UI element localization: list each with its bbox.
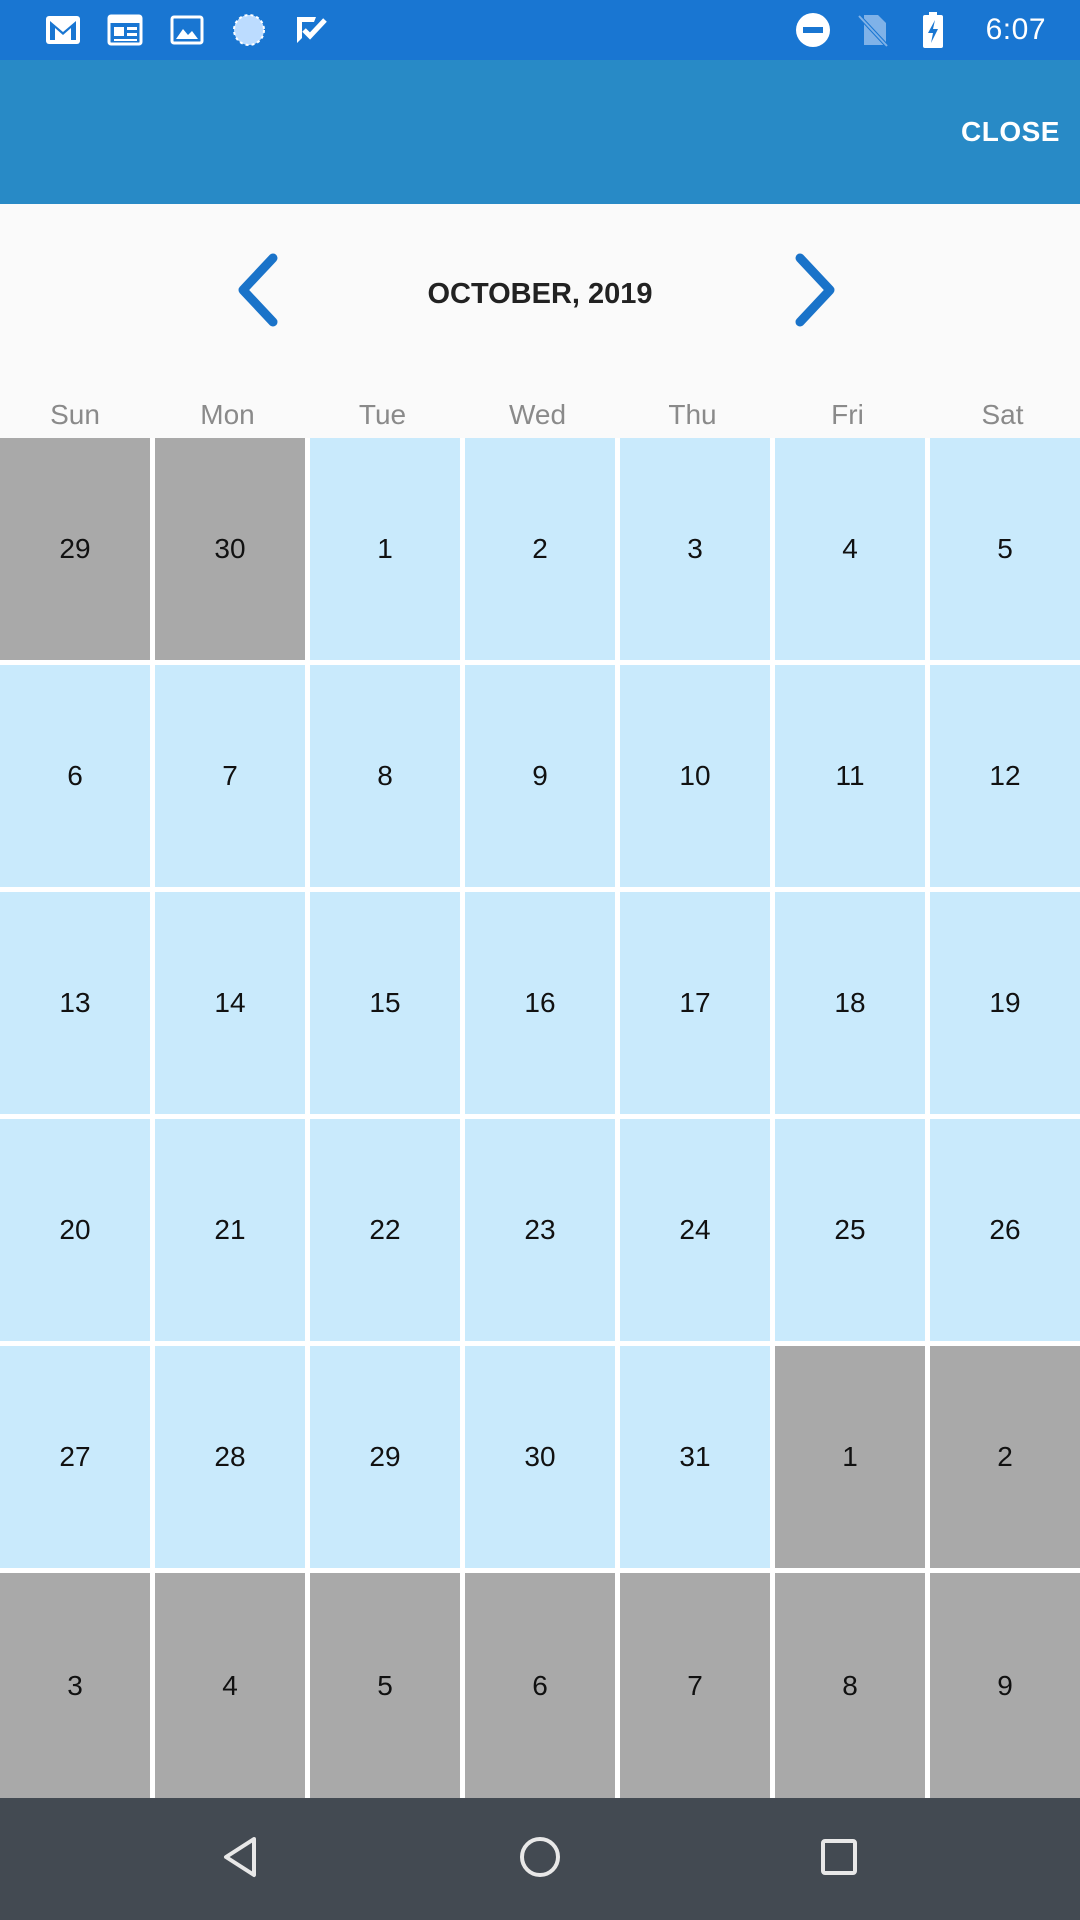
calendar-day[interactable]: 30 — [155, 438, 305, 660]
calendar-day[interactable]: 20 — [0, 1119, 150, 1341]
weekday-label: Fri — [831, 399, 864, 430]
calendar-day[interactable]: 28 — [155, 1346, 305, 1568]
next-month-button[interactable] — [780, 247, 850, 337]
calendar-day[interactable]: 22 — [310, 1119, 460, 1341]
close-button[interactable]: CLOSE — [949, 108, 1060, 156]
status-bar: 6:07 — [0, 0, 1080, 60]
calendar-day[interactable]: 15 — [310, 892, 460, 1114]
calendar-day[interactable]: 23 — [465, 1119, 615, 1341]
notification-icons — [44, 0, 330, 60]
battery-charging-icon — [914, 11, 952, 49]
calendar-day[interactable]: 24 — [620, 1119, 770, 1341]
calendar-day[interactable]: 1 — [775, 1346, 925, 1568]
calendar-day[interactable]: 5 — [310, 1573, 460, 1798]
calendar-grid: 29 30 1 2 3 4 5 6 7 8 9 10 11 12 13 14 15 16 17 18 19 20 21 22 2… — [0, 438, 1080, 1798]
calendar-day[interactable]: 3 — [620, 438, 770, 660]
previous-month-button[interactable] — [223, 247, 293, 337]
calendar-day[interactable]: 8 — [310, 665, 460, 887]
calendar-day[interactable]: 2 — [465, 438, 615, 660]
calendar-day[interactable]: 30 — [465, 1346, 615, 1568]
calendar-day[interactable]: 29 — [0, 438, 150, 660]
calendar-day[interactable]: 25 — [775, 1119, 925, 1341]
calendar-day[interactable]: 2 — [930, 1346, 1080, 1568]
tasks-check-icon — [292, 11, 330, 49]
calendar-day[interactable]: 3 — [0, 1573, 150, 1798]
app-bar: CLOSE — [0, 60, 1080, 204]
weekday-label: Mon — [200, 399, 255, 430]
do-not-disturb-icon — [794, 11, 832, 49]
calendar-day[interactable]: 14 — [155, 892, 305, 1114]
no-sim-icon — [854, 11, 892, 49]
system-status: 6:07 — [794, 0, 1046, 60]
weekday-label: Wed — [508, 399, 567, 430]
calendar-day[interactable]: 26 — [930, 1119, 1080, 1341]
back-icon — [220, 1835, 260, 1884]
calendar-day[interactable]: 1 — [310, 438, 460, 660]
calendar-day[interactable]: 11 — [775, 665, 925, 887]
calendar-day[interactable]: 21 — [155, 1119, 305, 1341]
calendar-day[interactable]: 16 — [465, 892, 615, 1114]
calendar-day[interactable]: 6 — [0, 665, 150, 887]
chevron-left-icon — [233, 252, 283, 333]
calendar-day[interactable]: 29 — [310, 1346, 460, 1568]
weekday-label: Tue — [358, 399, 407, 430]
calendar-day[interactable]: 6 — [465, 1573, 615, 1798]
calendar-day[interactable]: 31 — [620, 1346, 770, 1568]
calendar-day[interactable]: 12 — [930, 665, 1080, 887]
recents-icon — [819, 1837, 859, 1882]
sync-icon — [230, 11, 268, 49]
calendar-day[interactable]: 27 — [0, 1346, 150, 1568]
calendar-day[interactable]: 9 — [465, 665, 615, 887]
calendar-day[interactable]: 5 — [930, 438, 1080, 660]
calendar-news-icon — [106, 11, 144, 49]
calendar-day[interactable]: 17 — [620, 892, 770, 1114]
status-time: 6:07 — [985, 13, 1046, 46]
weekday-label: Sat — [981, 399, 1024, 430]
back-button[interactable] — [210, 1829, 270, 1889]
month-title: OCTOBER, 2019 — [427, 278, 653, 310]
gmail-icon — [44, 11, 82, 49]
recents-button[interactable] — [809, 1829, 869, 1889]
calendar-day[interactable]: 13 — [0, 892, 150, 1114]
calendar-day[interactable]: 7 — [620, 1573, 770, 1798]
image-icon — [168, 11, 206, 49]
home-button[interactable] — [510, 1829, 570, 1889]
calendar-day[interactable]: 9 — [930, 1573, 1080, 1798]
home-icon — [518, 1835, 562, 1884]
weekday-label: Sun — [50, 399, 100, 430]
chevron-right-icon — [790, 252, 840, 333]
calendar-day[interactable]: 10 — [620, 665, 770, 887]
calendar-day[interactable]: 4 — [775, 438, 925, 660]
weekday-header: Sun Mon Tue Wed Thu Fri Sat — [0, 392, 1080, 438]
system-navigation-bar — [0, 1798, 1080, 1920]
calendar-day[interactable]: 8 — [775, 1573, 925, 1798]
calendar-day[interactable]: 7 — [155, 665, 305, 887]
calendar-day[interactable]: 4 — [155, 1573, 305, 1798]
calendar-day[interactable]: 19 — [930, 892, 1080, 1114]
calendar-day[interactable]: 18 — [775, 892, 925, 1114]
weekday-label: Thu — [668, 399, 717, 430]
